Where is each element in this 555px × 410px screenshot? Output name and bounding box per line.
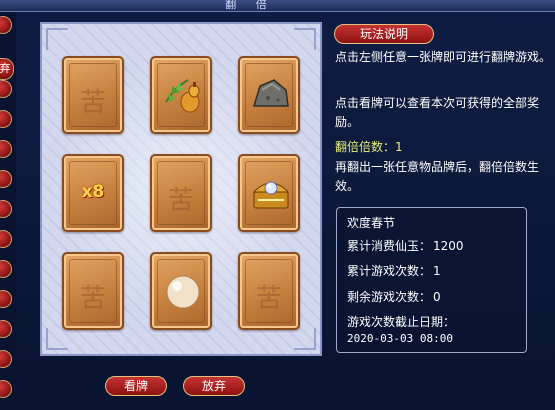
multiplier-line: 翻倍倍数：1 xyxy=(335,138,403,155)
instructions-flip: 点击左侧任意一张牌即可进行翻牌游戏。 xyxy=(335,50,552,64)
card-stone[interactable] xyxy=(238,56,300,134)
card-glyph: 苦 xyxy=(167,186,194,216)
deadline-label: 游戏次数截止日期： xyxy=(347,315,456,329)
card-herb-gourd[interactable] xyxy=(150,56,212,134)
side-dot[interactable] xyxy=(0,110,12,128)
herb-gourd-icon xyxy=(165,79,200,113)
side-dot[interactable] xyxy=(0,200,12,218)
side-dot[interactable] xyxy=(0,290,12,308)
title-bar: 翻 倍 xyxy=(0,0,555,12)
event-info-box: 欢度春节 累计消费仙玉： 1200 累计游戏次数： 1 剩余游戏次数： 0 游戏次数截… xyxy=(336,207,527,353)
multiplier-label: 翻倍倍数： xyxy=(335,140,396,154)
card-back[interactable]: 苦 xyxy=(62,56,124,134)
side-strip: 弃 xyxy=(0,12,16,410)
give-up-button[interactable]: 放弃 xyxy=(183,376,245,396)
played-value: 1 xyxy=(433,264,441,278)
remaining-value: 0 xyxy=(433,290,441,304)
card-glyph: 苦 xyxy=(255,284,282,314)
card-pearl[interactable] xyxy=(150,252,212,330)
side-tab[interactable]: 弃 xyxy=(0,58,14,80)
card-back[interactable]: 苦 xyxy=(150,154,212,232)
card-back[interactable]: 苦 xyxy=(238,252,300,330)
side-dot[interactable] xyxy=(0,16,12,34)
card-glyph: 苦 xyxy=(79,284,106,314)
board-corner-ornament xyxy=(294,328,316,350)
board-corner-ornament xyxy=(46,28,68,50)
side-dot[interactable] xyxy=(0,80,12,98)
card-back[interactable]: 苦 xyxy=(62,252,124,330)
multiplier-value: 1 xyxy=(395,140,403,154)
side-dot[interactable] xyxy=(0,260,12,278)
window-title: 翻 倍 xyxy=(225,0,275,11)
remaining-row: 剩余游戏次数： 0 xyxy=(347,288,441,305)
instructions-view: 点击看牌可以查看本次可获得的全部奖励。 xyxy=(335,96,540,129)
board-corner-ornament xyxy=(46,328,68,350)
flip-game-window: 翻 倍 弃 苦 x8 苦 苦 苦 玩法说明 点击左侧任意一张牌即可进行翻牌游戏。… xyxy=(0,0,555,410)
card-glyph: 苦 xyxy=(79,88,106,118)
instructions-multiplier: 再翻出一张任意物品牌后，翻倍倍数生效。 xyxy=(335,160,540,193)
side-dot[interactable] xyxy=(0,140,12,158)
side-dot[interactable] xyxy=(0,320,12,338)
spent-row: 累计消费仙玉： 1200 xyxy=(347,237,464,254)
side-dot[interactable] xyxy=(0,230,12,248)
multiplier-text: x8 xyxy=(81,182,105,202)
remaining-label: 剩余游戏次数： xyxy=(347,290,432,304)
view-cards-button[interactable]: 看牌 xyxy=(105,376,167,396)
played-row: 累计游戏次数： 1 xyxy=(347,262,441,279)
spent-value: 1200 xyxy=(433,239,464,253)
deadline-value: 2020-03-03 08:00 xyxy=(347,332,453,345)
card-multiplier[interactable]: x8 xyxy=(62,154,124,232)
side-dot[interactable] xyxy=(0,380,12,398)
event-name: 欢度春节 xyxy=(347,216,396,230)
treasure-chest-icon xyxy=(252,181,290,209)
spent-label: 累计消费仙玉： xyxy=(347,239,432,253)
pearl-icon xyxy=(166,275,200,309)
card-board: 苦 x8 苦 苦 苦 xyxy=(40,22,322,356)
stone-icon xyxy=(252,79,289,107)
card-treasure-chest[interactable] xyxy=(238,154,300,232)
side-dot[interactable] xyxy=(0,170,12,188)
played-label: 累计游戏次数： xyxy=(347,264,432,278)
board-corner-ornament xyxy=(294,28,316,50)
side-dot[interactable] xyxy=(0,350,12,368)
rules-button[interactable]: 玩法说明 xyxy=(334,24,434,44)
